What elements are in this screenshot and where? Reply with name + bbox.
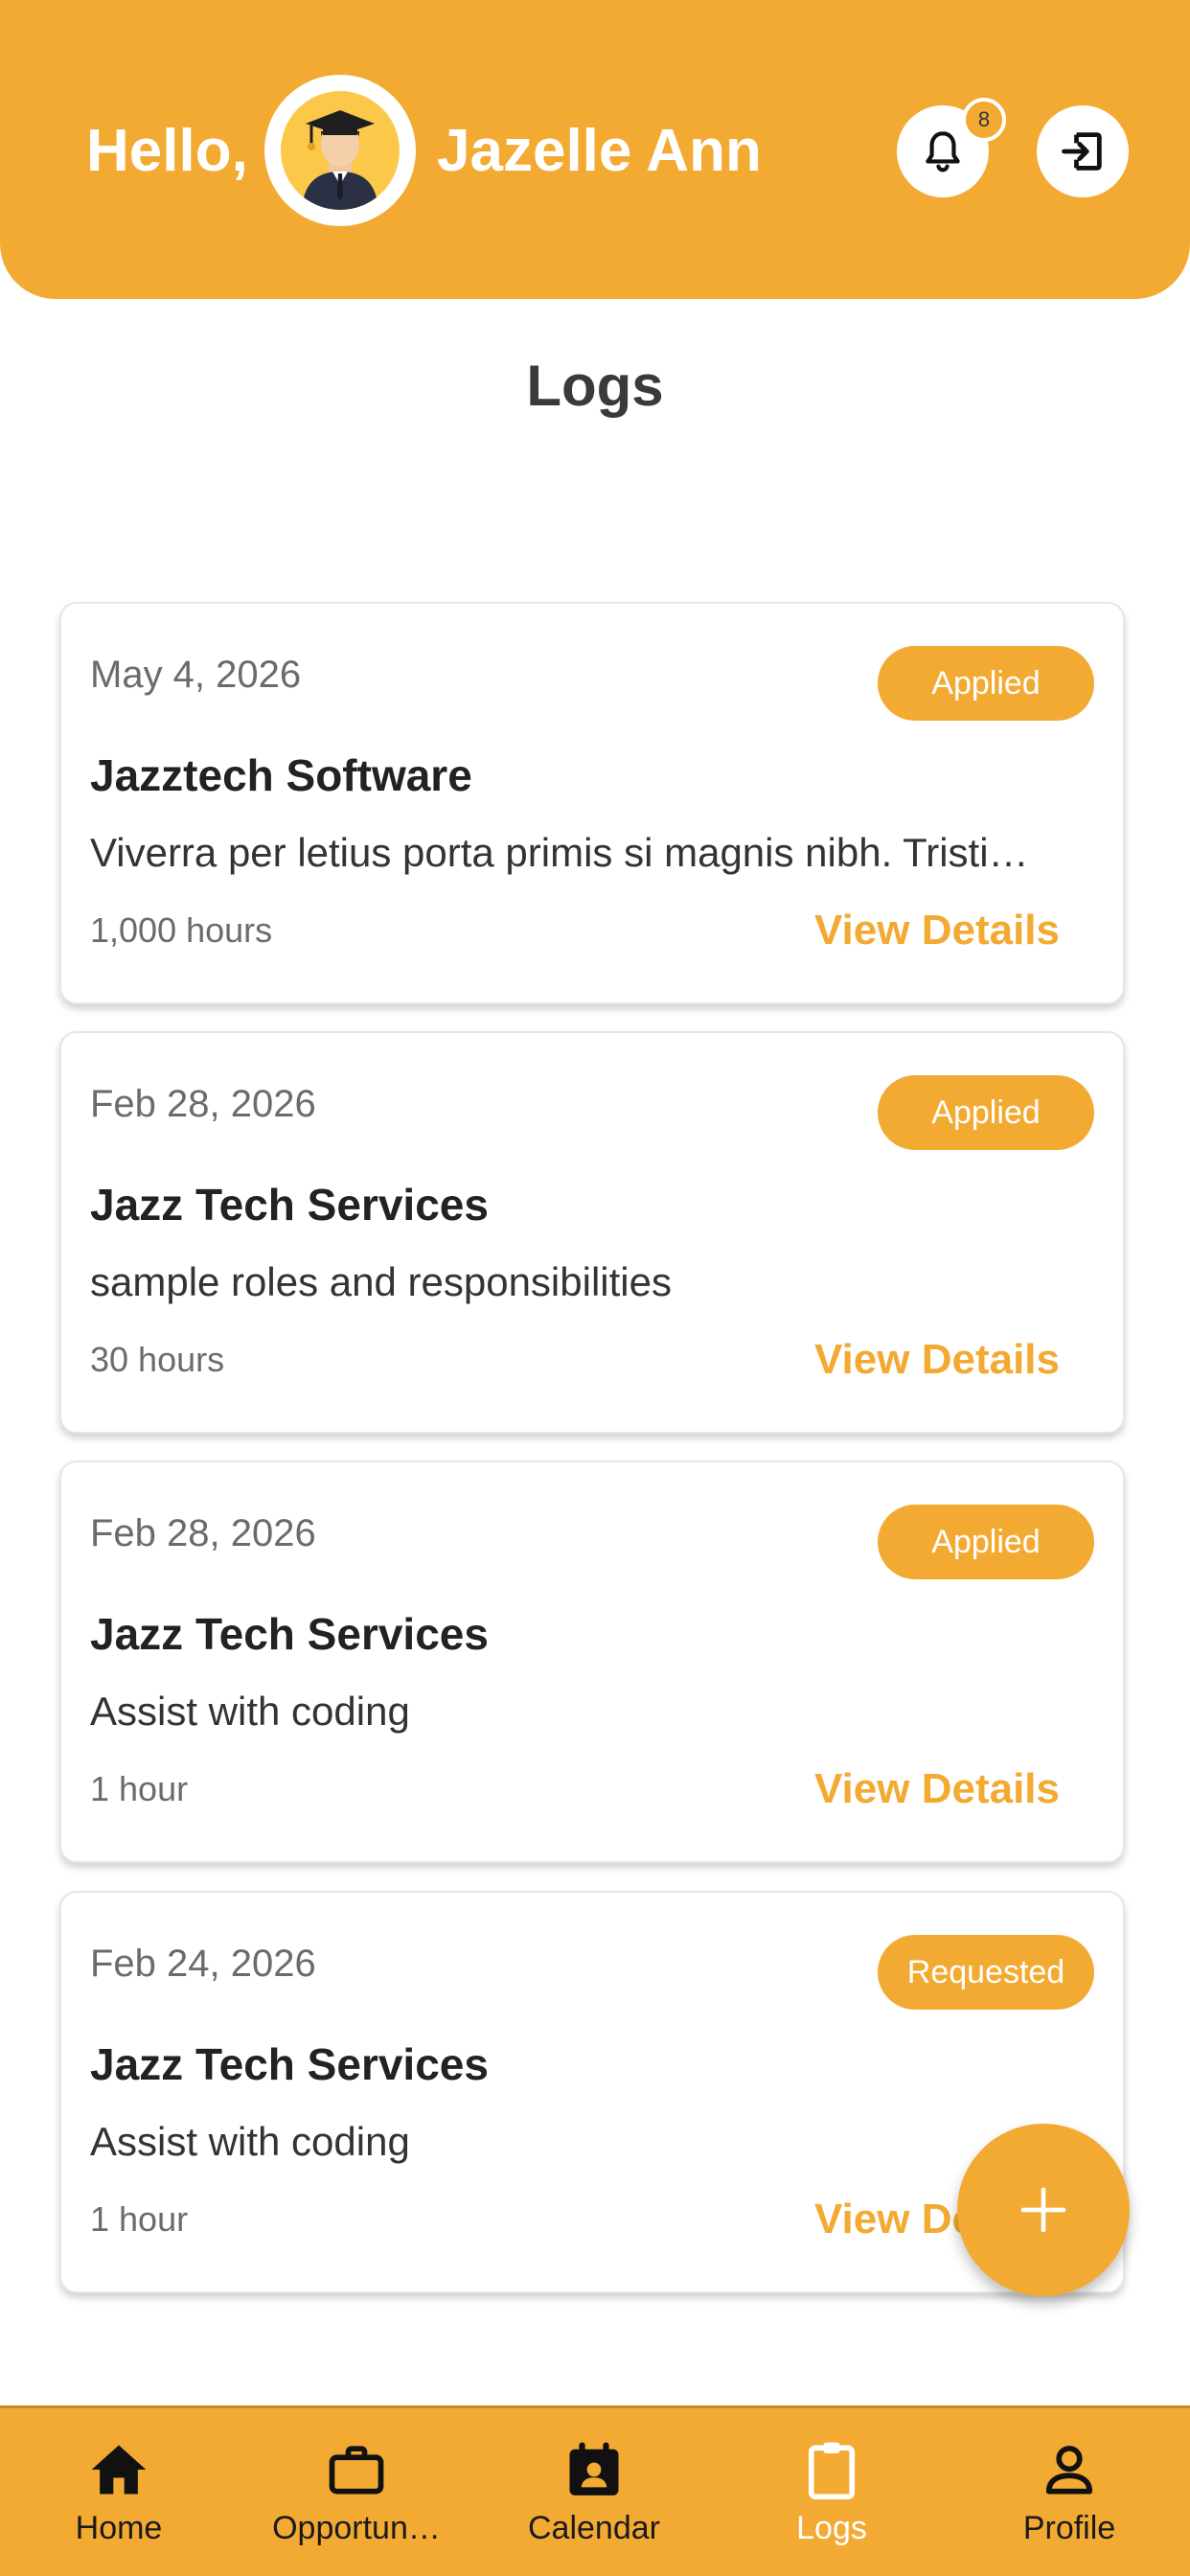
nav-item-profile[interactable]: Profile — [950, 2408, 1188, 2576]
log-hours: 1 hour — [90, 1769, 189, 1808]
log-hours: 1,000 hours — [90, 910, 273, 950]
view-details-link[interactable]: View Details — [814, 1765, 1060, 1813]
log-card[interactable]: Feb 28, 2026 Applied Jazz Tech Services … — [59, 1031, 1125, 1434]
logout-icon — [1062, 132, 1102, 171]
log-hours: 30 hours — [90, 1340, 225, 1379]
clipboard-icon — [797, 2435, 866, 2504]
log-date: Feb 28, 2026 — [90, 1083, 316, 1125]
company-name: Jazz Tech Services — [90, 2039, 489, 2089]
company-name: Jazztech Software — [90, 750, 472, 800]
nav-item-logs[interactable]: Logs — [713, 2408, 950, 2576]
log-hours: 1 hour — [90, 2199, 189, 2239]
company-name: Jazz Tech Services — [90, 1180, 489, 1230]
home-icon — [84, 2435, 153, 2504]
add-log-button[interactable] — [957, 2124, 1130, 2296]
plus-icon — [1020, 2187, 1066, 2233]
log-date: Feb 28, 2026 — [90, 1512, 316, 1554]
nav-item-opportunities[interactable]: Opportun… — [238, 2408, 475, 2576]
bell-icon — [926, 131, 960, 172]
graduate-avatar-icon — [281, 91, 400, 210]
log-card[interactable]: May 4, 2026 Applied Jazztech Software Vi… — [59, 602, 1125, 1004]
view-details-link[interactable]: View Details — [814, 1336, 1060, 1384]
status-badge: Applied — [878, 1075, 1094, 1150]
log-description: Assist with coding — [90, 1689, 410, 1734]
app-header: Hello, Jazelle Ann 8 — [0, 0, 1190, 299]
status-badge: Applied — [878, 646, 1094, 721]
user-name: Jazelle Ann — [437, 118, 762, 184]
nav-item-home[interactable]: Home — [0, 2408, 238, 2576]
page-title: Logs — [526, 354, 664, 418]
nav-label: Home — [75, 2510, 163, 2546]
company-name: Jazz Tech Services — [90, 1609, 489, 1659]
nav-label: Opportun… — [272, 2510, 441, 2546]
briefcase-icon — [322, 2435, 391, 2504]
view-details-link[interactable]: View Details — [814, 907, 1060, 954]
greeting-text: Hello, — [86, 118, 248, 184]
logout-button[interactable] — [1037, 105, 1129, 197]
status-badge: Applied — [878, 1505, 1094, 1579]
log-description: Assist with coding — [90, 2119, 410, 2164]
person-icon — [1035, 2435, 1104, 2504]
log-date: Feb 24, 2026 — [90, 1943, 316, 1985]
bottom-nav: Home Opportun… Calendar Logs Profile — [0, 2405, 1190, 2576]
log-description: Viverra per letius porta primis si magni… — [90, 830, 1029, 875]
nav-item-calendar[interactable]: Calendar — [475, 2408, 713, 2576]
nav-label: Profile — [1022, 2510, 1116, 2546]
log-description: sample roles and responsibilities — [90, 1259, 672, 1304]
nav-label: Logs — [796, 2510, 867, 2546]
notification-count-badge: 8 — [962, 98, 1006, 142]
status-badge: Requested — [878, 1935, 1094, 2010]
log-date: May 4, 2026 — [90, 654, 302, 696]
log-card[interactable]: Feb 28, 2026 Applied Jazz Tech Services … — [59, 1460, 1125, 1863]
nav-label: Calendar — [528, 2510, 660, 2546]
calendar-icon — [560, 2435, 629, 2504]
avatar[interactable] — [264, 75, 416, 226]
